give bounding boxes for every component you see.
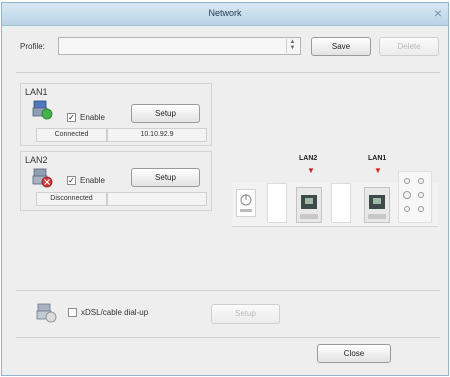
lan2-ip	[107, 192, 207, 206]
lan2-group: LAN2 ✓ Enable Setup Disconnected	[20, 151, 212, 211]
device-slot	[267, 183, 287, 223]
indicator-dot	[418, 192, 424, 198]
indicator-dot	[404, 178, 410, 184]
lan2-port-label: LAN2	[299, 155, 318, 162]
indicator-panel	[398, 171, 432, 223]
lan1-title: LAN1	[25, 87, 48, 97]
title-bar: Network ×	[2, 3, 448, 26]
lan2-title: LAN2	[25, 155, 48, 165]
indicator-dot	[418, 178, 424, 184]
separator	[16, 337, 440, 338]
lan1-port-icon	[364, 187, 390, 223]
lan1-status: Connected	[36, 128, 107, 142]
delete-button[interactable]: Delete	[379, 37, 439, 56]
checkmark-icon: ✓	[68, 113, 75, 122]
lan1-group: LAN1 ✓ Enable Setup Connected 10.10.92.9	[20, 83, 212, 146]
lan2-enable-label: Enable	[80, 176, 105, 185]
separator	[16, 72, 440, 73]
lan1-enable-checkbox[interactable]: ✓	[67, 113, 76, 122]
network-adapter-disconnected-icon	[31, 168, 53, 188]
lan1-arrow-icon: ▼	[374, 166, 382, 175]
device-slot	[331, 183, 351, 223]
network-window: Network × Profile: ▲ ▼ Save Delete LAN1 …	[1, 2, 449, 376]
lan1-ip: 10.10.92.9	[107, 128, 207, 142]
lan2-setup-button[interactable]: Setup	[131, 168, 200, 187]
lan2-arrow-icon: ▼	[307, 166, 315, 175]
profile-select[interactable]: ▲ ▼	[58, 37, 301, 55]
lan2-status: Disconnected	[36, 192, 107, 206]
dialup-label: xDSL/cable dial-up	[81, 308, 149, 317]
checkmark-icon: ✓	[68, 176, 75, 185]
close-icon[interactable]: ×	[434, 5, 442, 21]
power-button-icon	[236, 189, 256, 217]
lan2-enable-checkbox[interactable]: ✓	[67, 176, 76, 185]
indicator-dot	[403, 191, 411, 199]
profile-label: Profile:	[20, 42, 45, 51]
separator	[16, 290, 440, 291]
save-button[interactable]: Save	[311, 37, 371, 56]
lan2-port-icon	[296, 187, 322, 223]
combo-arrows-icon: ▲ ▼	[286, 39, 298, 53]
indicator-dot	[404, 206, 410, 212]
dialup-checkbox[interactable]	[68, 308, 77, 317]
dialup-setup-button[interactable]: Setup	[211, 304, 280, 324]
close-button[interactable]: Close	[317, 344, 391, 363]
lan1-port-label: LAN1	[368, 155, 387, 162]
window-title: Network	[208, 8, 242, 18]
dialup-adapter-icon	[35, 303, 57, 323]
indicator-dot	[418, 206, 424, 212]
device-back-panel	[232, 171, 438, 227]
lan1-enable-label: Enable	[80, 113, 105, 122]
chevron-down-icon: ▼	[289, 45, 296, 51]
lan1-setup-button[interactable]: Setup	[131, 104, 200, 123]
network-adapter-connected-icon	[31, 100, 53, 120]
